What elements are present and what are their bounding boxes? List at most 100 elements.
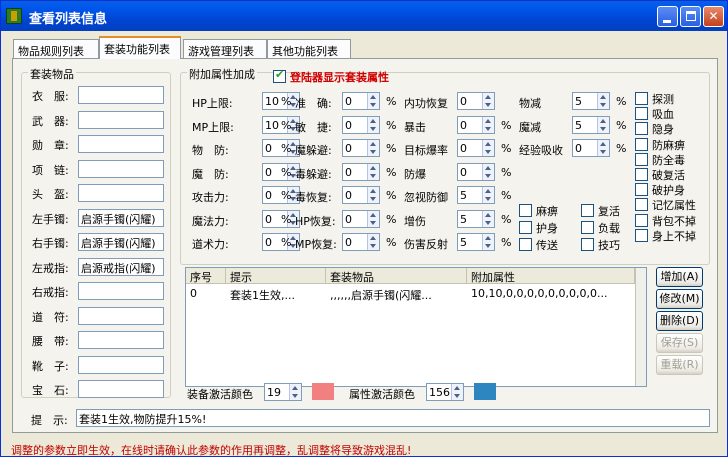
slot-input[interactable]	[78, 355, 164, 374]
tab-other-functions[interactable]: 其他功能列表	[267, 39, 351, 59]
slot-label: 左手镯:	[32, 212, 69, 226]
checkbox-0[interactable]	[581, 204, 594, 217]
attr-spinner[interactable]: 0	[572, 139, 610, 157]
attr-color-swatch[interactable]	[474, 383, 496, 400]
minimize-button[interactable]	[657, 6, 678, 27]
hint-input[interactable]: 套装1生效,物防提升15%!	[76, 409, 710, 427]
spin-arrows-icon[interactable]	[597, 140, 609, 156]
suit-table[interactable]: 序号 提示 套装物品 附加属性 0 套装1生效,... ,,,,,,启源手镯(闪…	[185, 267, 647, 387]
checkbox-2[interactable]	[519, 238, 532, 251]
slot-input[interactable]: 启源戒指(闪耀)	[78, 257, 164, 276]
checkbox-6[interactable]	[635, 183, 648, 197]
cell-items: ,,,,,,启源手镯(闪耀...	[330, 289, 432, 302]
attr-spinner[interactable]: 0	[342, 233, 380, 251]
attr-spinner[interactable]: 0	[457, 139, 495, 157]
tab-suit-functions[interactable]: 套装功能列表	[99, 36, 181, 59]
spin-arrows-icon[interactable]	[597, 93, 609, 109]
spin-arrows-icon[interactable]	[451, 384, 463, 400]
attr-spinner[interactable]: 0	[342, 139, 380, 157]
spin-arrows-icon[interactable]	[367, 116, 379, 133]
attr-label: 目标爆率	[404, 144, 448, 157]
slot-input[interactable]	[78, 331, 164, 349]
checkbox-5[interactable]	[635, 168, 648, 181]
save-button[interactable]: 保存(S)	[656, 333, 703, 353]
attr-spinner[interactable]: 5	[572, 92, 610, 110]
spin-arrows-icon[interactable]	[367, 163, 379, 180]
modify-button[interactable]: 修改(M)	[656, 289, 703, 309]
spin-arrows-icon[interactable]	[482, 210, 494, 227]
add-button[interactable]: 增加(A)	[656, 267, 703, 287]
checkbox-3[interactable]	[635, 137, 648, 151]
checkbox-7[interactable]	[635, 198, 648, 212]
spin-arrows-icon[interactable]	[482, 140, 494, 156]
spin-arrows-icon[interactable]	[367, 93, 379, 109]
attr-spinner[interactable]: 0	[342, 209, 380, 228]
attr-spinner[interactable]: 5	[457, 233, 495, 251]
attr-spinner[interactable]: 0	[342, 115, 380, 134]
spin-arrows-icon[interactable]	[482, 116, 494, 133]
title-bar[interactable]: 查看列表信息 ✕	[1, 1, 727, 31]
attr-label: 物减	[519, 97, 541, 110]
checkbox-label: 隐身	[652, 123, 674, 137]
checkbox-1[interactable]	[581, 221, 594, 234]
close-button[interactable]: ✕	[703, 6, 724, 27]
attr-spinner[interactable]: 0	[457, 115, 495, 134]
spin-arrows-icon[interactable]	[367, 210, 379, 227]
attr-spinner[interactable]: 0	[342, 186, 380, 204]
attr-spinner[interactable]: 0	[457, 162, 495, 181]
checkbox-4[interactable]	[635, 152, 648, 166]
slot-input[interactable]	[78, 282, 164, 300]
delete-button[interactable]: 删除(D)	[656, 311, 703, 331]
percent-sign: %	[501, 165, 512, 179]
checkbox-1[interactable]	[519, 221, 532, 234]
slot-input[interactable]	[78, 184, 164, 202]
spin-arrows-icon[interactable]	[482, 93, 494, 109]
slot-input[interactable]	[78, 86, 164, 104]
column-header-items[interactable]: 套装物品	[326, 268, 467, 284]
slot-input[interactable]	[78, 380, 164, 398]
column-header-index[interactable]: 序号	[186, 268, 226, 284]
attr-spinner[interactable]: 5	[457, 209, 495, 228]
attr-spinner[interactable]: 0	[457, 92, 495, 110]
checkbox-0[interactable]	[635, 92, 648, 105]
checkbox-0[interactable]	[519, 204, 532, 217]
attr-spinner[interactable]: 5	[572, 115, 610, 134]
column-header-attrs[interactable]: 附加属性	[467, 268, 635, 284]
slot-input[interactable]: 启源手镯(闪耀)	[78, 208, 164, 227]
column-header-hint[interactable]: 提示	[226, 268, 326, 284]
spin-arrows-icon[interactable]	[367, 140, 379, 156]
attr-label: 准 确:	[295, 97, 332, 110]
attr-spinner[interactable]: 0	[342, 162, 380, 181]
spin-arrows-icon[interactable]	[482, 187, 494, 203]
spin-arrows-icon[interactable]	[367, 187, 379, 203]
spin-arrows-icon[interactable]	[289, 384, 301, 400]
checkbox-8[interactable]	[635, 213, 648, 227]
tab-item-rules[interactable]: 物品规则列表	[13, 39, 99, 59]
slot-input[interactable]	[78, 159, 164, 178]
slot-input[interactable]	[78, 306, 164, 325]
tab-game-management[interactable]: 游戏管理列表	[183, 39, 267, 59]
attr-color-spinner[interactable]: 156	[426, 383, 464, 401]
equip-color-spinner[interactable]: 19	[264, 383, 302, 401]
checkbox-2[interactable]	[635, 122, 648, 136]
attr-label: 内功恢复	[404, 97, 448, 110]
table-scrollbar[interactable]	[635, 268, 646, 386]
reload-button[interactable]: 重载(R)	[656, 355, 703, 375]
slot-input[interactable]	[78, 135, 164, 153]
attr-spinner[interactable]: 0	[342, 92, 380, 110]
attr-spinner[interactable]: 5	[457, 186, 495, 204]
equip-color-swatch[interactable]	[312, 383, 334, 400]
slot-input[interactable]	[78, 110, 164, 129]
slot-input[interactable]: 启源手镯(闪耀)	[78, 233, 164, 251]
spin-arrows-icon[interactable]	[367, 234, 379, 250]
show-suit-attr-checkbox[interactable]	[273, 68, 286, 83]
checkbox-2[interactable]	[581, 238, 594, 251]
spin-arrows-icon[interactable]	[482, 163, 494, 180]
spin-arrows-icon[interactable]	[597, 116, 609, 133]
maximize-button[interactable]	[680, 6, 701, 27]
checkbox-1[interactable]	[635, 107, 648, 121]
show-suit-attr-label: 登陆器显示套装属性	[290, 71, 389, 84]
spin-arrows-icon[interactable]	[482, 234, 494, 250]
attr-label: 敏 捷:	[295, 120, 332, 134]
checkbox-9[interactable]	[635, 228, 648, 242]
